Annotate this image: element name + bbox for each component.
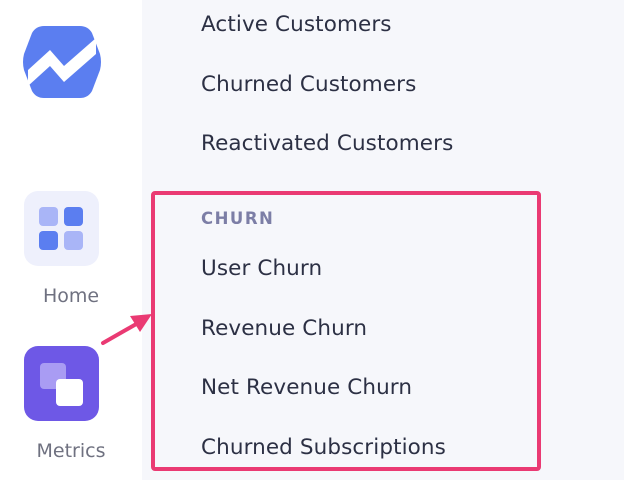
home-nav-button[interactable] (24, 191, 99, 266)
menu-item-churned-customers[interactable]: Churned Customers (201, 72, 416, 97)
app-window: Home Metrics Active Customers Churned Cu… (0, 0, 624, 480)
sidebar: Home Metrics (0, 0, 142, 480)
churn-highlight-box (151, 191, 541, 471)
metrics-nav-label[interactable]: Metrics (0, 440, 142, 462)
pointer-arrow-icon (101, 314, 152, 345)
metrics-nav-button[interactable] (24, 346, 99, 421)
baremetrics-logo-icon[interactable] (22, 24, 102, 100)
home-nav-label[interactable]: Home (0, 285, 142, 307)
metrics-squares-icon (40, 363, 83, 406)
dashboard-grid-icon (39, 207, 83, 250)
menu-item-active-customers[interactable]: Active Customers (201, 12, 392, 37)
menu-item-reactivated-customers[interactable]: Reactivated Customers (201, 131, 453, 156)
